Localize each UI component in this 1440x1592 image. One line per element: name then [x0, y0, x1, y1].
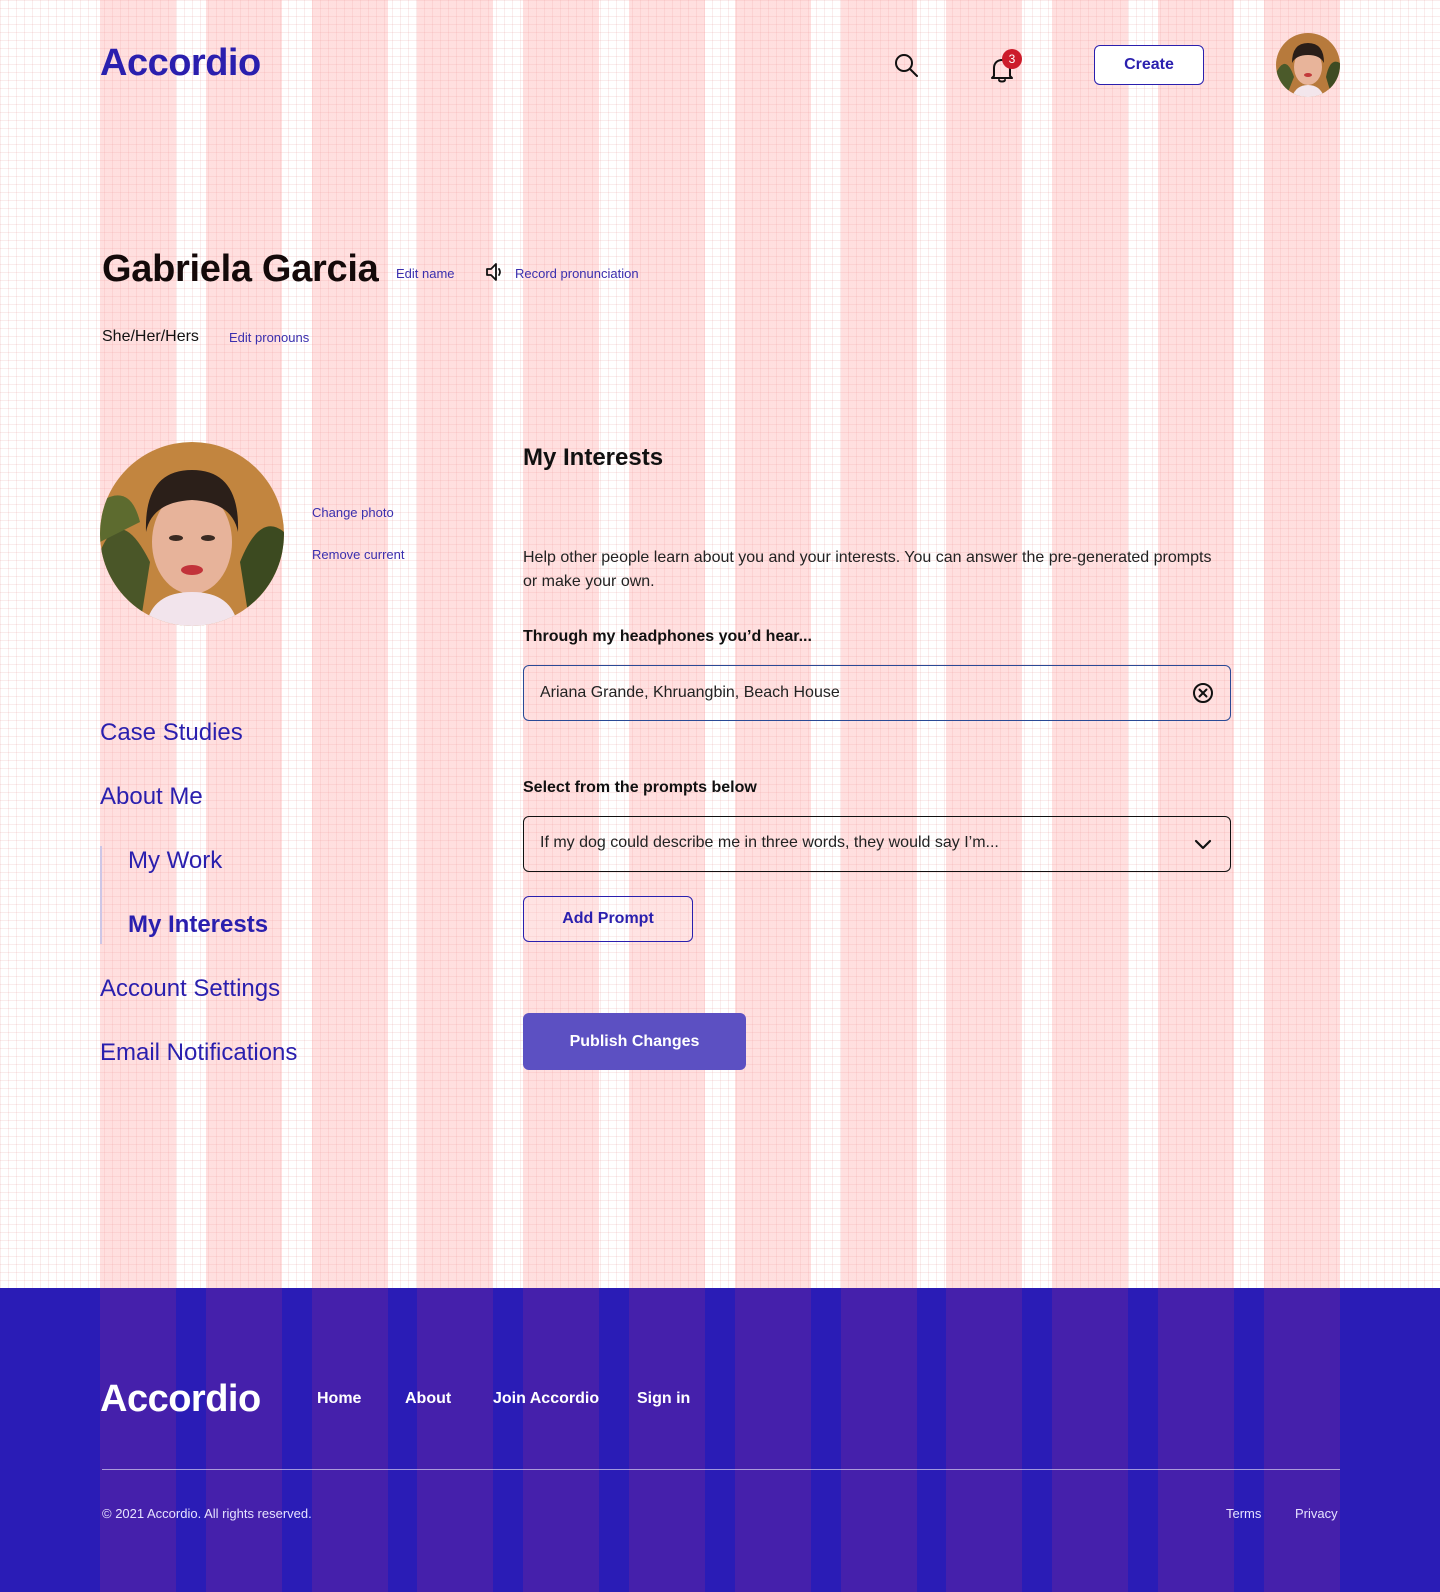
edit-name-link[interactable]: Edit name	[396, 266, 455, 281]
notification-badge: 3	[1002, 49, 1022, 69]
sidebar-item-case-studies[interactable]: Case Studies	[100, 719, 243, 747]
chevron-down-icon	[1194, 839, 1212, 850]
terms-link[interactable]: Terms	[1226, 1506, 1261, 1521]
footer-link-join[interactable]: Join Accordio	[493, 1390, 599, 1408]
footer: Accordio Home About Join Accordio Sign i…	[0, 1288, 1440, 1592]
edit-pronouns-link[interactable]: Edit pronouns	[229, 330, 309, 345]
copyright: © 2021 Accordio. All rights reserved.	[102, 1506, 312, 1521]
avatar-portrait	[1276, 33, 1340, 97]
footer-logo[interactable]: Accordio	[100, 1378, 261, 1421]
name-row: Gabriela Garcia Edit name Record pronunc…	[102, 248, 802, 298]
create-button[interactable]: Create	[1094, 45, 1204, 85]
sidebar-item-my-work[interactable]: My Work	[128, 847, 222, 875]
speaker-icon[interactable]	[485, 261, 507, 283]
profile-name: Gabriela Garcia	[102, 248, 379, 290]
page-title: My Interests	[523, 444, 664, 471]
footer-link-sign-in[interactable]: Sign in	[637, 1390, 690, 1408]
footer-link-about[interactable]: About	[405, 1390, 451, 1408]
publish-changes-button[interactable]: Publish Changes	[523, 1013, 746, 1070]
help-text: Help other people learn about you and yo…	[523, 549, 1212, 590]
prompt-select-value: If my dog could describe me in three wor…	[540, 834, 999, 851]
prompt-select-label: Select from the prompts below	[523, 779, 757, 796]
sidebar-item-about-me[interactable]: About Me	[100, 783, 203, 811]
sidebar-item-account-settings[interactable]: Account Settings	[100, 975, 280, 1003]
top-header: Accordio 3 Create	[0, 0, 1440, 130]
prompt-select[interactable]: If my dog could describe me in three wor…	[523, 816, 1231, 872]
logo[interactable]: Accordio	[100, 42, 261, 85]
pronouns: She/Her/Hers	[102, 328, 199, 345]
headphones-input[interactable]	[540, 666, 1160, 720]
profile-photo	[100, 442, 284, 626]
headphones-field[interactable]	[523, 665, 1231, 721]
clear-icon[interactable]	[1192, 682, 1214, 704]
change-photo-link[interactable]: Change photo	[312, 505, 394, 520]
sidebar-item-email-notifications[interactable]: Email Notifications	[100, 1039, 297, 1067]
footer-link-home[interactable]: Home	[317, 1390, 361, 1408]
headphones-label: Through my headphones you’d hear...	[523, 628, 812, 645]
profile-portrait	[100, 442, 284, 626]
avatar[interactable]	[1276, 33, 1340, 97]
privacy-link[interactable]: Privacy	[1295, 1506, 1338, 1521]
subnav-indicator	[100, 846, 102, 944]
add-prompt-button[interactable]: Add Prompt	[523, 896, 693, 942]
footer-divider	[102, 1469, 1340, 1470]
remove-current-link[interactable]: Remove current	[312, 547, 404, 562]
search-icon[interactable]	[893, 52, 919, 78]
sidebar-item-my-interests[interactable]: My Interests	[128, 911, 268, 939]
record-pronunciation-link[interactable]: Record pronunciation	[515, 266, 639, 281]
